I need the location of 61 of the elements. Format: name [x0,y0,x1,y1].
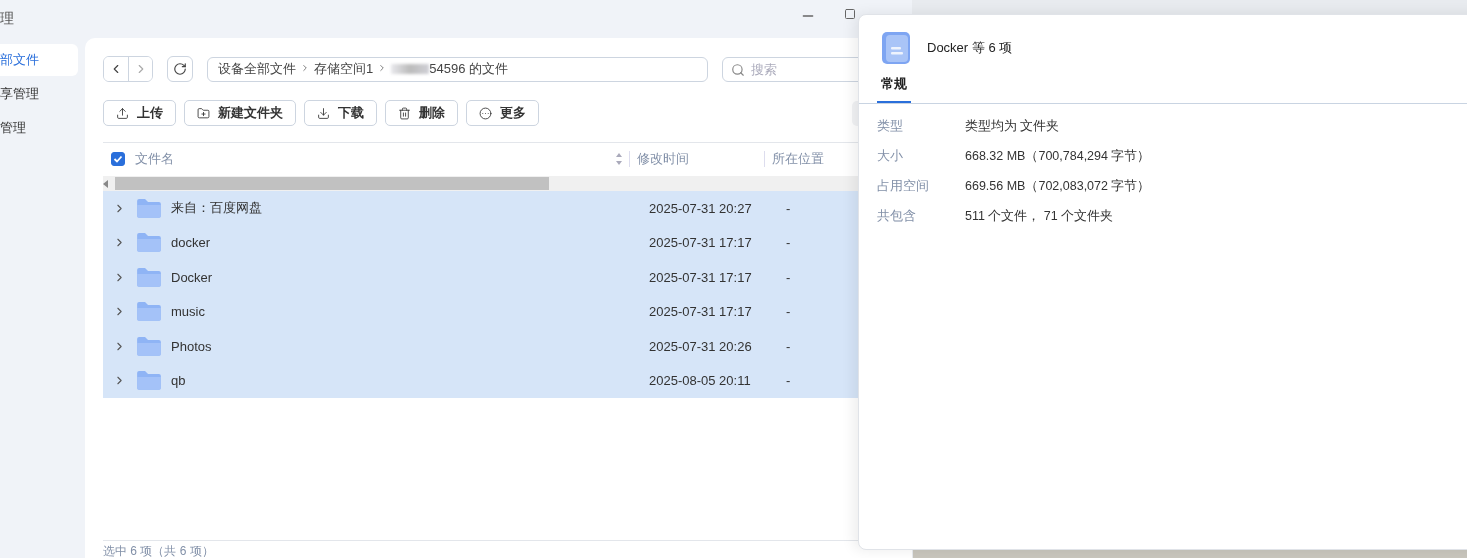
property-value: 668.32 MB（700,784,294 字节） [965,148,1151,165]
panel-title: Docker 等 6 项 [927,39,1013,57]
file-name: qb [171,373,187,389]
sidebar-item[interactable]: 部文件 [0,44,78,76]
property-label: 占用空间 [877,178,930,195]
file-name: Docker [171,269,214,285]
folder-plus-icon [197,106,210,120]
breadcrumb-field[interactable]: 设备全部文件 存储空间1 54596 的文件 [207,56,708,82]
location-cell: - [786,269,791,285]
scroll-left-icon[interactable] [103,179,109,188]
breadcrumb-item[interactable]: 存储空间1 [314,60,374,78]
location-cell: - [786,373,791,389]
sidebar-item[interactable]: 享管理 [0,78,78,110]
refresh-button[interactable] [167,56,193,82]
maximize-icon[interactable] [844,8,856,20]
file-name: music [171,304,206,320]
property-label: 大小 [877,148,904,165]
sidebar-item[interactable]: 管理 [0,112,78,144]
search-icon [731,62,745,77]
document-icon [881,31,911,65]
folder-icon [136,232,162,254]
scrollbar-thumb[interactable] [115,177,549,190]
window-title: 理 [0,10,14,28]
folder-icon [136,197,162,219]
breadcrumb-item[interactable]: 设备全部文件 [218,60,296,78]
file-name: 来自：百度网盘 [171,199,263,218]
modified-time: 2025-07-31 17:17 [649,235,753,251]
property-label: 类型 [877,118,904,135]
location-cell: - [786,200,791,216]
folder-icon [136,266,162,288]
tab[interactable]: 常规 [877,75,911,103]
upload-icon [116,106,129,120]
refresh-icon [173,62,187,76]
location-cell: - [786,304,791,320]
checkmark-icon [113,153,123,164]
toolbar-button[interactable]: 删除 [385,100,458,126]
modified-time: 2025-07-31 20:27 [649,200,753,216]
folder-icon [136,370,162,392]
property-value: 类型均为 文件夹 [965,118,1061,135]
location-cell: - [786,235,791,251]
trash-icon [398,106,411,120]
toolbar-button[interactable]: 上传 [103,100,176,126]
property-label: 共包含 [877,208,917,225]
property-value: 669.56 MB（702,083,072 字节） [965,178,1151,195]
toolbar-button[interactable]: 下载 [304,100,377,126]
modified-time: 2025-08-05 20:11 [649,373,752,389]
modified-time: 2025-07-31 20:26 [649,338,753,354]
download-icon [317,106,330,120]
toolbar-button[interactable]: 新建文件夹 [184,100,296,126]
location-cell: - [786,338,791,354]
file-name: docker [171,235,212,251]
file-name: Photos [171,338,213,354]
breadcrumb-item[interactable]: 54596 的文件 [429,60,508,78]
select-all-checkbox[interactable] [111,151,125,166]
folder-icon [136,335,162,357]
folder-icon [136,301,162,323]
property-value: 511 个文件， 71 个文件夹 [965,208,1115,225]
modified-time: 2025-07-31 17:17 [649,269,753,285]
more-icon [479,106,492,120]
toolbar-button[interactable]: 更多 [466,100,539,126]
modified-time: 2025-07-31 17:17 [649,304,753,320]
